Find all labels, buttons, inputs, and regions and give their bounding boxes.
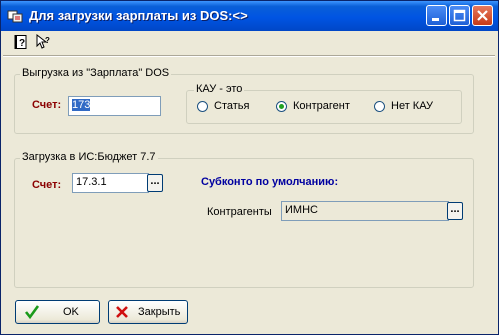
import-account-input[interactable]: 17.3.1	[72, 173, 149, 193]
svg-text:?: ?	[19, 38, 25, 49]
svg-text:?: ?	[45, 36, 50, 45]
dialog-window: Для загрузки зарплаты из DOS:<> ? ? Выгр…	[0, 0, 499, 335]
contractors-label: Контрагенты	[207, 206, 272, 218]
contractors-select-button[interactable]: ...	[447, 202, 463, 220]
close-button[interactable]: Закрыть	[108, 300, 188, 324]
radio-button-icon	[374, 100, 385, 112]
minimize-button[interactable]	[426, 5, 447, 26]
kau-radio-statya[interactable]: Статья	[197, 100, 249, 112]
import-group-title: Загрузка в ИС:Бюджет 7.7	[20, 151, 158, 163]
close-window-button[interactable]	[472, 5, 493, 26]
whats-this-icon[interactable]: ?	[35, 34, 51, 50]
import-account-label: Счет:	[32, 179, 62, 191]
radio-button-icon	[197, 100, 208, 112]
kau-group-title: КАУ - это	[194, 83, 245, 95]
kau-radio-kontragent[interactable]: Контрагент	[276, 100, 350, 112]
window-title: Для загрузки зарплаты из DOS:<>	[29, 8, 248, 23]
close-icon	[477, 10, 488, 21]
kau-radio-net-kau[interactable]: Нет КАУ	[374, 100, 433, 112]
maximize-button[interactable]	[449, 5, 470, 26]
app-icon	[7, 10, 23, 23]
contractors-input[interactable]: ИМНС	[281, 201, 449, 221]
maximize-icon	[453, 9, 466, 22]
export-account-label: Счет:	[32, 99, 62, 111]
export-account-input[interactable]: 173	[68, 96, 161, 116]
toolbar-separator	[3, 55, 495, 57]
import-account-select-button[interactable]: ...	[147, 174, 163, 192]
checkmark-icon	[24, 305, 40, 320]
minimize-icon	[432, 18, 439, 21]
subconto-default-title: Субконто по умолчанию:	[201, 176, 339, 188]
toolbar: ? ?	[1, 31, 498, 53]
title-bar[interactable]: Для загрузки зарплаты из DOS:<>	[1, 1, 498, 31]
help-book-icon[interactable]: ?	[13, 34, 29, 50]
radio-button-checked-icon	[276, 100, 287, 112]
ok-button[interactable]: OK	[15, 300, 100, 324]
red-x-icon	[116, 306, 128, 318]
export-group-title: Выгрузка из "Зарплата" DOS	[20, 67, 172, 79]
